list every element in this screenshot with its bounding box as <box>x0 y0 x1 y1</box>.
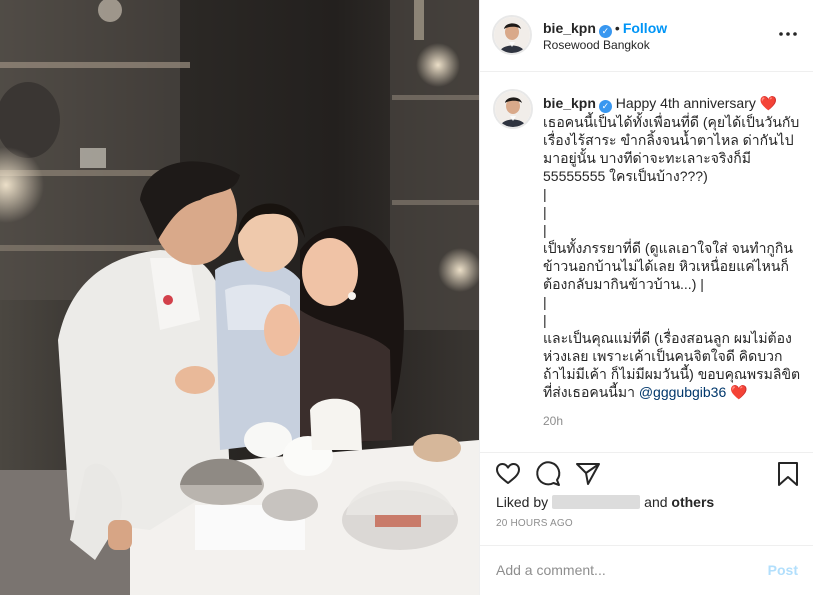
follow-button[interactable]: Follow <box>623 20 667 36</box>
liked-by-prefix: Liked by <box>496 494 549 510</box>
caption-body: เธอคนนี้เป็นได้ทั้งเพื่อนที่ดี (คุยได้เป… <box>543 114 801 400</box>
like-heart-icon[interactable] <box>494 460 522 488</box>
others-link[interactable]: others <box>671 494 714 510</box>
caption-timestamp[interactable]: 20h <box>543 414 563 428</box>
post-age[interactable]: 20 HOURS AGO <box>496 518 573 529</box>
add-comment-section: Post <box>480 545 813 595</box>
location-link[interactable]: Rosewood Bangkok <box>543 38 650 52</box>
author-avatar[interactable] <box>492 15 532 55</box>
heart-emoji-icon: ❤️ <box>759 95 778 111</box>
share-paper-plane-icon[interactable] <box>574 460 602 488</box>
caption-text: bie_kpn ✓ Happy 4th anniversary ❤️ เธอคนน… <box>543 94 801 401</box>
comment-bubble-icon[interactable] <box>534 460 562 488</box>
likes-summary: Liked by and others <box>496 493 714 511</box>
post-header: bie_kpn ✓ • Follow Rosewood Bangkok <box>480 0 813 72</box>
caption-comment: bie_kpn ✓ Happy 4th anniversary ❤️ เธอคนน… <box>480 72 813 452</box>
caption-username[interactable]: bie_kpn <box>543 95 596 111</box>
verified-badge-icon: ✓ <box>598 25 612 38</box>
family-photo-illustration <box>0 0 479 595</box>
post-photo[interactable] <box>0 0 479 595</box>
caption-line1: Happy 4th anniversary <box>611 95 760 111</box>
post-comment-button[interactable]: Post <box>768 562 798 578</box>
post-side-panel: bie_kpn ✓ • Follow Rosewood Bangkok bie_kpn… <box>479 0 813 595</box>
save-bookmark-icon[interactable] <box>774 460 802 488</box>
heart-emoji-icon-2: ❤️ <box>726 384 748 400</box>
more-options-icon[interactable] <box>778 25 798 46</box>
redacted-username <box>552 495 641 509</box>
action-bar <box>480 452 813 492</box>
liked-and-label: and <box>644 494 668 510</box>
caption-author-avatar[interactable] <box>493 89 533 129</box>
caption-verified-badge-icon: ✓ <box>598 100 612 113</box>
comment-input[interactable] <box>496 560 746 580</box>
mention-link[interactable]: @gggubgib36 <box>639 384 726 400</box>
author-username[interactable]: bie_kpn <box>543 20 596 36</box>
author-line: bie_kpn ✓ • Follow <box>543 19 667 38</box>
separator-dot: • <box>614 20 620 36</box>
